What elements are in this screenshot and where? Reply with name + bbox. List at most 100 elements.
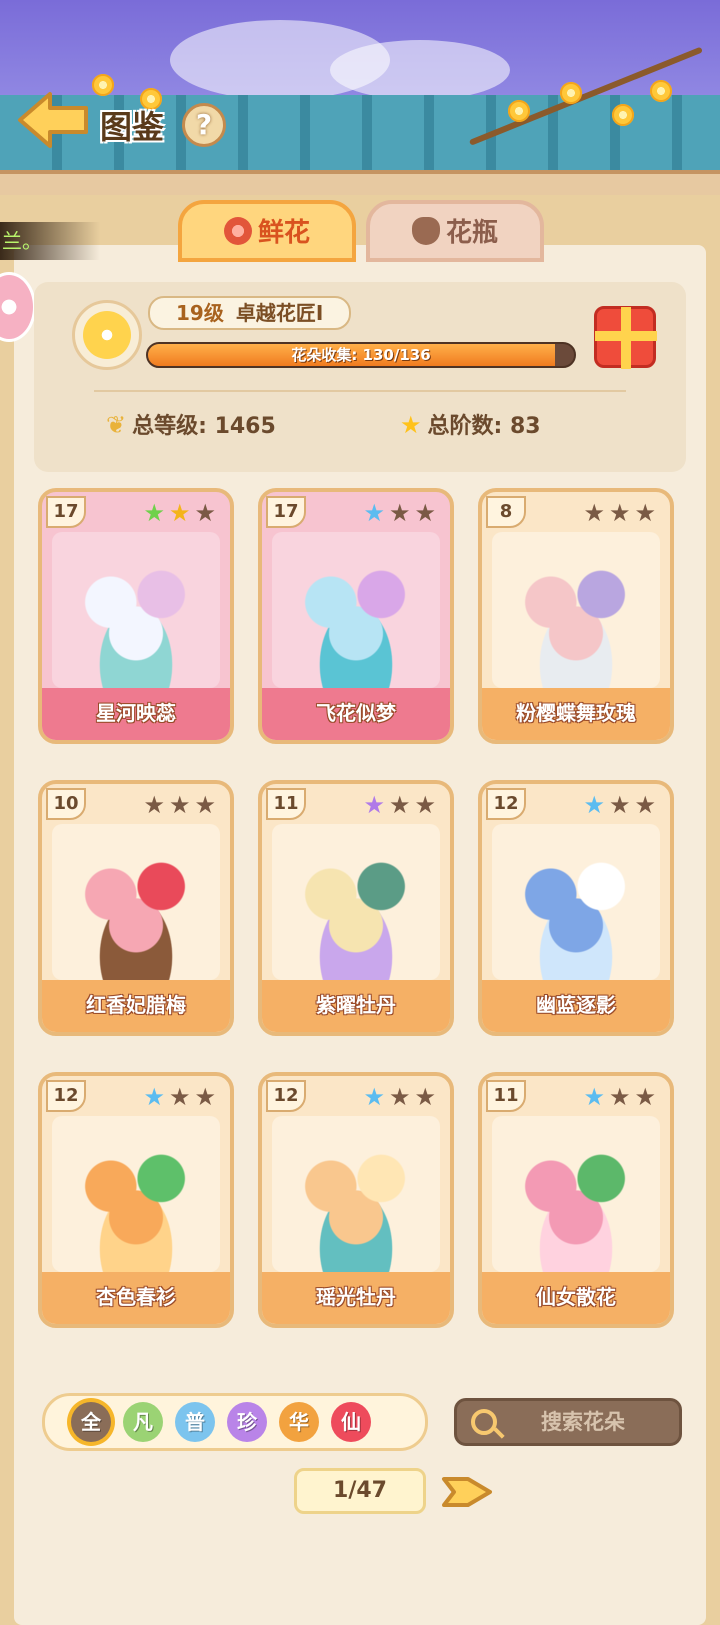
star-icon: ★ [363,499,389,527]
star-icon: ★ [194,791,220,819]
help-button[interactable]: ? [182,103,226,147]
tab-label: 鲜花 [257,218,310,248]
flower-illustration [492,824,660,980]
flower-card[interactable]: 17 ★★★ 飞花似梦 [258,488,454,744]
flower-card[interactable]: 10 ★★★ 红香妃腊梅 [38,780,234,1036]
tab-label: 花瓶 [445,218,498,248]
star-rating: ★★★ [143,500,220,526]
card-flower-name: 紫曜牡丹 [262,980,450,1032]
star-icon: ★ [583,791,609,819]
rarity-filter-chip[interactable]: 凡 [123,1402,163,1442]
star-icon: ★ [608,1083,635,1111]
star-icon: ★ [388,1083,415,1111]
next-page-button[interactable] [438,1471,494,1513]
card-flower-name: 红香妃腊梅 [42,980,230,1032]
gardener-level: 19级 卓越花匠I [148,296,352,330]
card-flower-name: 幽蓝逐影 [482,980,670,1032]
divider [94,390,626,392]
card-flower-name: 粉樱蝶舞玫瑰 [482,688,670,740]
rarity-filter-chip[interactable]: 华 [279,1402,319,1442]
star-rating: ★★★ [583,792,660,818]
star-rating: ★★★ [583,500,660,526]
tab-flowers[interactable]: 鲜花 [178,200,356,262]
page-indicator: 1/47 [294,1468,426,1514]
card-level-badge: 11 [486,1080,526,1112]
flower-illustration [52,1116,220,1272]
card-flower-name: 杏色春衫 [42,1272,230,1324]
card-level-badge: 17 [266,496,306,528]
flower-illustration [492,1116,660,1272]
flower-illustration [52,532,220,688]
flower-card[interactable]: 11 ★★★ 仙女散花 [478,1072,674,1328]
level-title: 卓越花匠I [235,301,324,325]
gift-box-icon[interactable] [594,306,657,369]
star-icon: ★ [634,1083,660,1111]
flower-card[interactable]: 12 ★★★ 瑶光牡丹 [258,1072,454,1328]
total-stars-stat: ★ 总阶数: 83 [400,408,541,440]
star-icon: ★ [363,1083,389,1111]
card-level-badge: 12 [46,1080,86,1112]
blossom-icon [560,82,582,104]
star-icon: ★ [194,499,220,527]
back-button[interactable] [16,88,90,152]
flower-emblem-icon [83,311,131,359]
total-stars-label: 总阶数: 83 [427,414,541,439]
star-icon: ★ [608,791,635,819]
next-arrow-icon [442,1477,492,1507]
rarity-filter-bar: 全凡普珍华仙 [42,1393,428,1451]
flower-illustration [272,824,440,980]
star-icon: ★ [143,791,169,819]
collection-summary: 19级 卓越花匠I 花朵收集: 130/136 ❦ 总等级: 1465 ★ 总阶数: … [34,282,686,472]
flower-card[interactable]: 8 ★★★ 粉樱蝶舞玫瑰 [478,488,674,744]
star-rating: ★★★ [583,1084,660,1110]
blossom-icon [508,100,530,122]
rose-icon [223,217,252,245]
star-icon: ★ [634,791,660,819]
card-flower-name: 瑶光牡丹 [262,1272,450,1324]
collection-progress-bar: 花朵收集: 130/136 [146,342,576,368]
rarity-filter-chip[interactable]: 全 [71,1402,111,1442]
rarity-filter-chip[interactable]: 仙 [331,1402,371,1442]
star-icon: ★ [143,1083,169,1111]
search-flower-button[interactable]: 搜索花朵 [454,1398,682,1446]
vase-icon [411,217,440,245]
star-rating: ★★★ [363,500,440,526]
card-flower-name: 飞花似梦 [262,688,450,740]
card-flower-name: 星河映蕊 [42,688,230,740]
flower-illustration [492,532,660,688]
star-icon: ★ [388,791,415,819]
star-icon: ★ [414,791,440,819]
star-icon: ★ [168,1083,195,1111]
back-arrow-icon [18,92,88,148]
star-rating: ★★★ [363,1084,440,1110]
rarity-filter-chip[interactable]: 珍 [227,1402,267,1442]
card-level-badge: 17 [46,496,86,528]
card-level-badge: 11 [266,788,306,820]
flower-card[interactable]: 12 ★★★ 杏色春衫 [38,1072,234,1328]
star-rating: ★★★ [143,792,220,818]
star-icon: ★ [388,499,415,527]
flower-card[interactable]: 17 ★★★ 星河映蕊 [38,488,234,744]
star-icon: ★ [414,1083,440,1111]
card-level-badge: 12 [266,1080,306,1112]
page-title: 图鉴 [100,108,165,146]
star-rating: ★★★ [363,792,440,818]
flower-illustration [272,532,440,688]
sprout-icon: ❦ [106,411,127,439]
card-level-badge: 8 [486,496,526,528]
star-icon: ★ [143,499,169,527]
flower-card[interactable]: 12 ★★★ 幽蓝逐影 [478,780,674,1036]
flower-card[interactable]: 11 ★★★ 紫曜牡丹 [258,780,454,1036]
collection-progress-label: 花朵收集: 130/136 [291,346,431,364]
tab-vases[interactable]: 花瓶 [366,200,544,262]
rank-emblem [72,300,142,370]
star-icon: ★ [608,499,635,527]
roof-eave [0,170,720,196]
rarity-filter-chip[interactable]: 普 [175,1402,215,1442]
blossom-icon [612,104,634,126]
star-icon: ★ [168,499,195,527]
card-level-badge: 10 [46,788,86,820]
blossom-icon [650,80,672,102]
total-level-stat: ❦ 总等级: 1465 [106,408,276,440]
star-icon: ★ [194,1083,220,1111]
